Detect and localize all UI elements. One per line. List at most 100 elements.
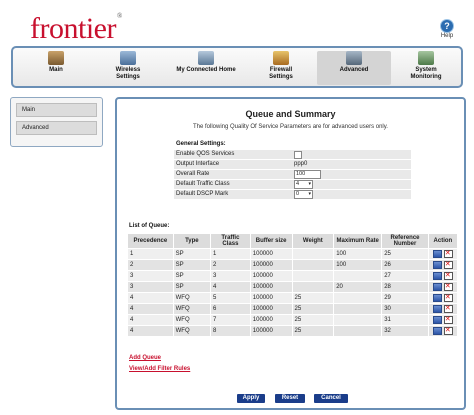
default-traffic-class-label: Default Traffic Class	[176, 181, 230, 187]
cell-weight	[291, 281, 335, 293]
delete-icon[interactable]	[443, 282, 453, 291]
cell-buffer-size: 100000	[249, 259, 293, 271]
cell-buffer-size: 100000	[249, 270, 293, 282]
delete-icon[interactable]	[443, 315, 453, 324]
tab-firewall-settings[interactable]: Firewall Settings	[248, 51, 314, 85]
cell-action	[427, 248, 459, 260]
output-interface-label: Output Interface	[176, 161, 220, 167]
row-default-dscp-mark: Default DSCP Mark 0	[174, 190, 411, 200]
tab-advanced-label: Advanced	[339, 67, 369, 73]
default-dscp-mark-label: Default DSCP Mark	[176, 191, 229, 197]
cell-action	[427, 325, 459, 337]
cell-action	[427, 303, 459, 315]
delete-icon[interactable]	[443, 326, 453, 335]
cell-max-rate	[333, 270, 383, 282]
add-queue-link[interactable]: Add Queue	[129, 355, 161, 361]
page-subtitle: The following Quality Of Service Paramet…	[193, 124, 388, 130]
cell-precedence: 3	[127, 270, 174, 282]
general-settings-heading: General Settings:	[176, 141, 226, 147]
reset-button[interactable]: Reset	[275, 394, 305, 403]
col-action: Action	[427, 233, 459, 249]
cell-max-rate	[333, 325, 383, 337]
cell-buffer-size: 100000	[249, 248, 293, 260]
edit-icon[interactable]	[432, 327, 442, 335]
col-reference-number: Reference Number	[381, 233, 429, 249]
cell-max-rate	[333, 292, 383, 304]
edit-icon[interactable]	[432, 305, 442, 313]
tab-my-connected-home[interactable]: My Connected Home	[166, 51, 246, 85]
cell-ref-number: 29	[381, 292, 429, 304]
col-weight: Weight	[291, 233, 335, 249]
cell-max-rate: 20	[333, 281, 383, 293]
cell-action	[427, 281, 459, 293]
main-nav: Main Wireless Settings My Connected Home…	[11, 46, 463, 88]
enable-qos-label: Enable QOS Services	[176, 151, 235, 157]
wireless-icon	[120, 51, 136, 65]
cell-precedence: 4	[127, 314, 174, 326]
table-row: 3 SP 3 100000 27	[127, 270, 459, 282]
view-add-filter-rules-link[interactable]: View/Add Filter Rules	[129, 366, 190, 372]
cell-type: SP	[172, 248, 212, 260]
table-row: 4 WFQ 5 100000 25 29	[127, 292, 459, 304]
help-button[interactable]: ? Help	[432, 20, 462, 39]
cell-ref-number: 27	[381, 270, 429, 282]
edit-icon[interactable]	[432, 272, 442, 280]
overall-rate-input[interactable]: 100	[294, 170, 321, 179]
cell-weight	[291, 248, 335, 260]
cell-ref-number: 30	[381, 303, 429, 315]
table-row: 4 WFQ 8 100000 25 32	[127, 325, 459, 337]
advanced-icon	[346, 51, 362, 65]
sidebar-item-advanced[interactable]: Advanced	[16, 121, 97, 135]
default-dscp-mark-select[interactable]: 0	[294, 190, 313, 199]
cell-type: SP	[172, 281, 212, 293]
monitor-icon	[418, 51, 434, 65]
row-overall-rate: Overall Rate 100	[174, 170, 411, 180]
cell-precedence: 4	[127, 292, 174, 304]
output-interface-value: ppp0	[294, 161, 308, 167]
delete-icon[interactable]	[443, 304, 453, 313]
default-traffic-class-select[interactable]: 4	[294, 180, 313, 189]
cancel-button[interactable]: Cancel	[314, 394, 348, 403]
cell-action	[427, 314, 459, 326]
tab-system-monitoring[interactable]: System Monitoring	[393, 51, 459, 85]
delete-icon[interactable]	[443, 249, 453, 258]
edit-icon[interactable]	[432, 294, 442, 302]
delete-icon[interactable]	[443, 271, 453, 280]
tab-firewall-label: Firewall Settings	[269, 67, 293, 80]
edit-icon[interactable]	[432, 261, 442, 269]
cell-traffic-class: 7	[210, 314, 251, 326]
tab-main[interactable]: Main	[23, 51, 89, 85]
help-icon: ?	[441, 20, 453, 32]
content-panel: Queue and Summary The following Quality …	[115, 97, 466, 410]
edit-icon[interactable]	[432, 250, 442, 258]
cell-max-rate: 100	[333, 259, 383, 271]
cell-buffer-size: 100000	[249, 303, 293, 315]
col-type: Type	[172, 233, 212, 249]
edit-icon[interactable]	[432, 283, 442, 291]
frontier-logo: frontier®	[30, 12, 122, 45]
edit-icon[interactable]	[432, 316, 442, 324]
table-row: 1 SP 1 100000 100 25	[127, 248, 459, 260]
cell-ref-number: 26	[381, 259, 429, 271]
tab-connected-home-label: My Connected Home	[176, 67, 236, 73]
cell-traffic-class: 1	[210, 248, 251, 260]
cell-weight: 25	[291, 292, 335, 304]
home-icon	[48, 51, 64, 65]
apply-button[interactable]: Apply	[237, 394, 265, 403]
cell-precedence: 4	[127, 303, 174, 315]
cell-type: WFQ	[172, 325, 212, 337]
sidebar-item-main[interactable]: Main	[16, 103, 97, 117]
cell-buffer-size: 100000	[249, 281, 293, 293]
cell-traffic-class: 6	[210, 303, 251, 315]
enable-qos-checkbox[interactable]	[294, 151, 302, 159]
tab-advanced[interactable]: Advanced	[317, 51, 391, 85]
tab-system-monitoring-label: System Monitoring	[410, 67, 442, 80]
tab-wireless-settings[interactable]: Wireless Settings	[95, 51, 161, 85]
cell-ref-number: 25	[381, 248, 429, 260]
cell-buffer-size: 100000	[249, 314, 293, 326]
table-row: 2 SP 2 100000 100 26	[127, 259, 459, 271]
delete-icon[interactable]	[443, 260, 453, 269]
queue-list-heading: List of Queue:	[129, 223, 170, 229]
delete-icon[interactable]	[443, 293, 453, 302]
table-row: 4 WFQ 6 100000 25 30	[127, 303, 459, 315]
